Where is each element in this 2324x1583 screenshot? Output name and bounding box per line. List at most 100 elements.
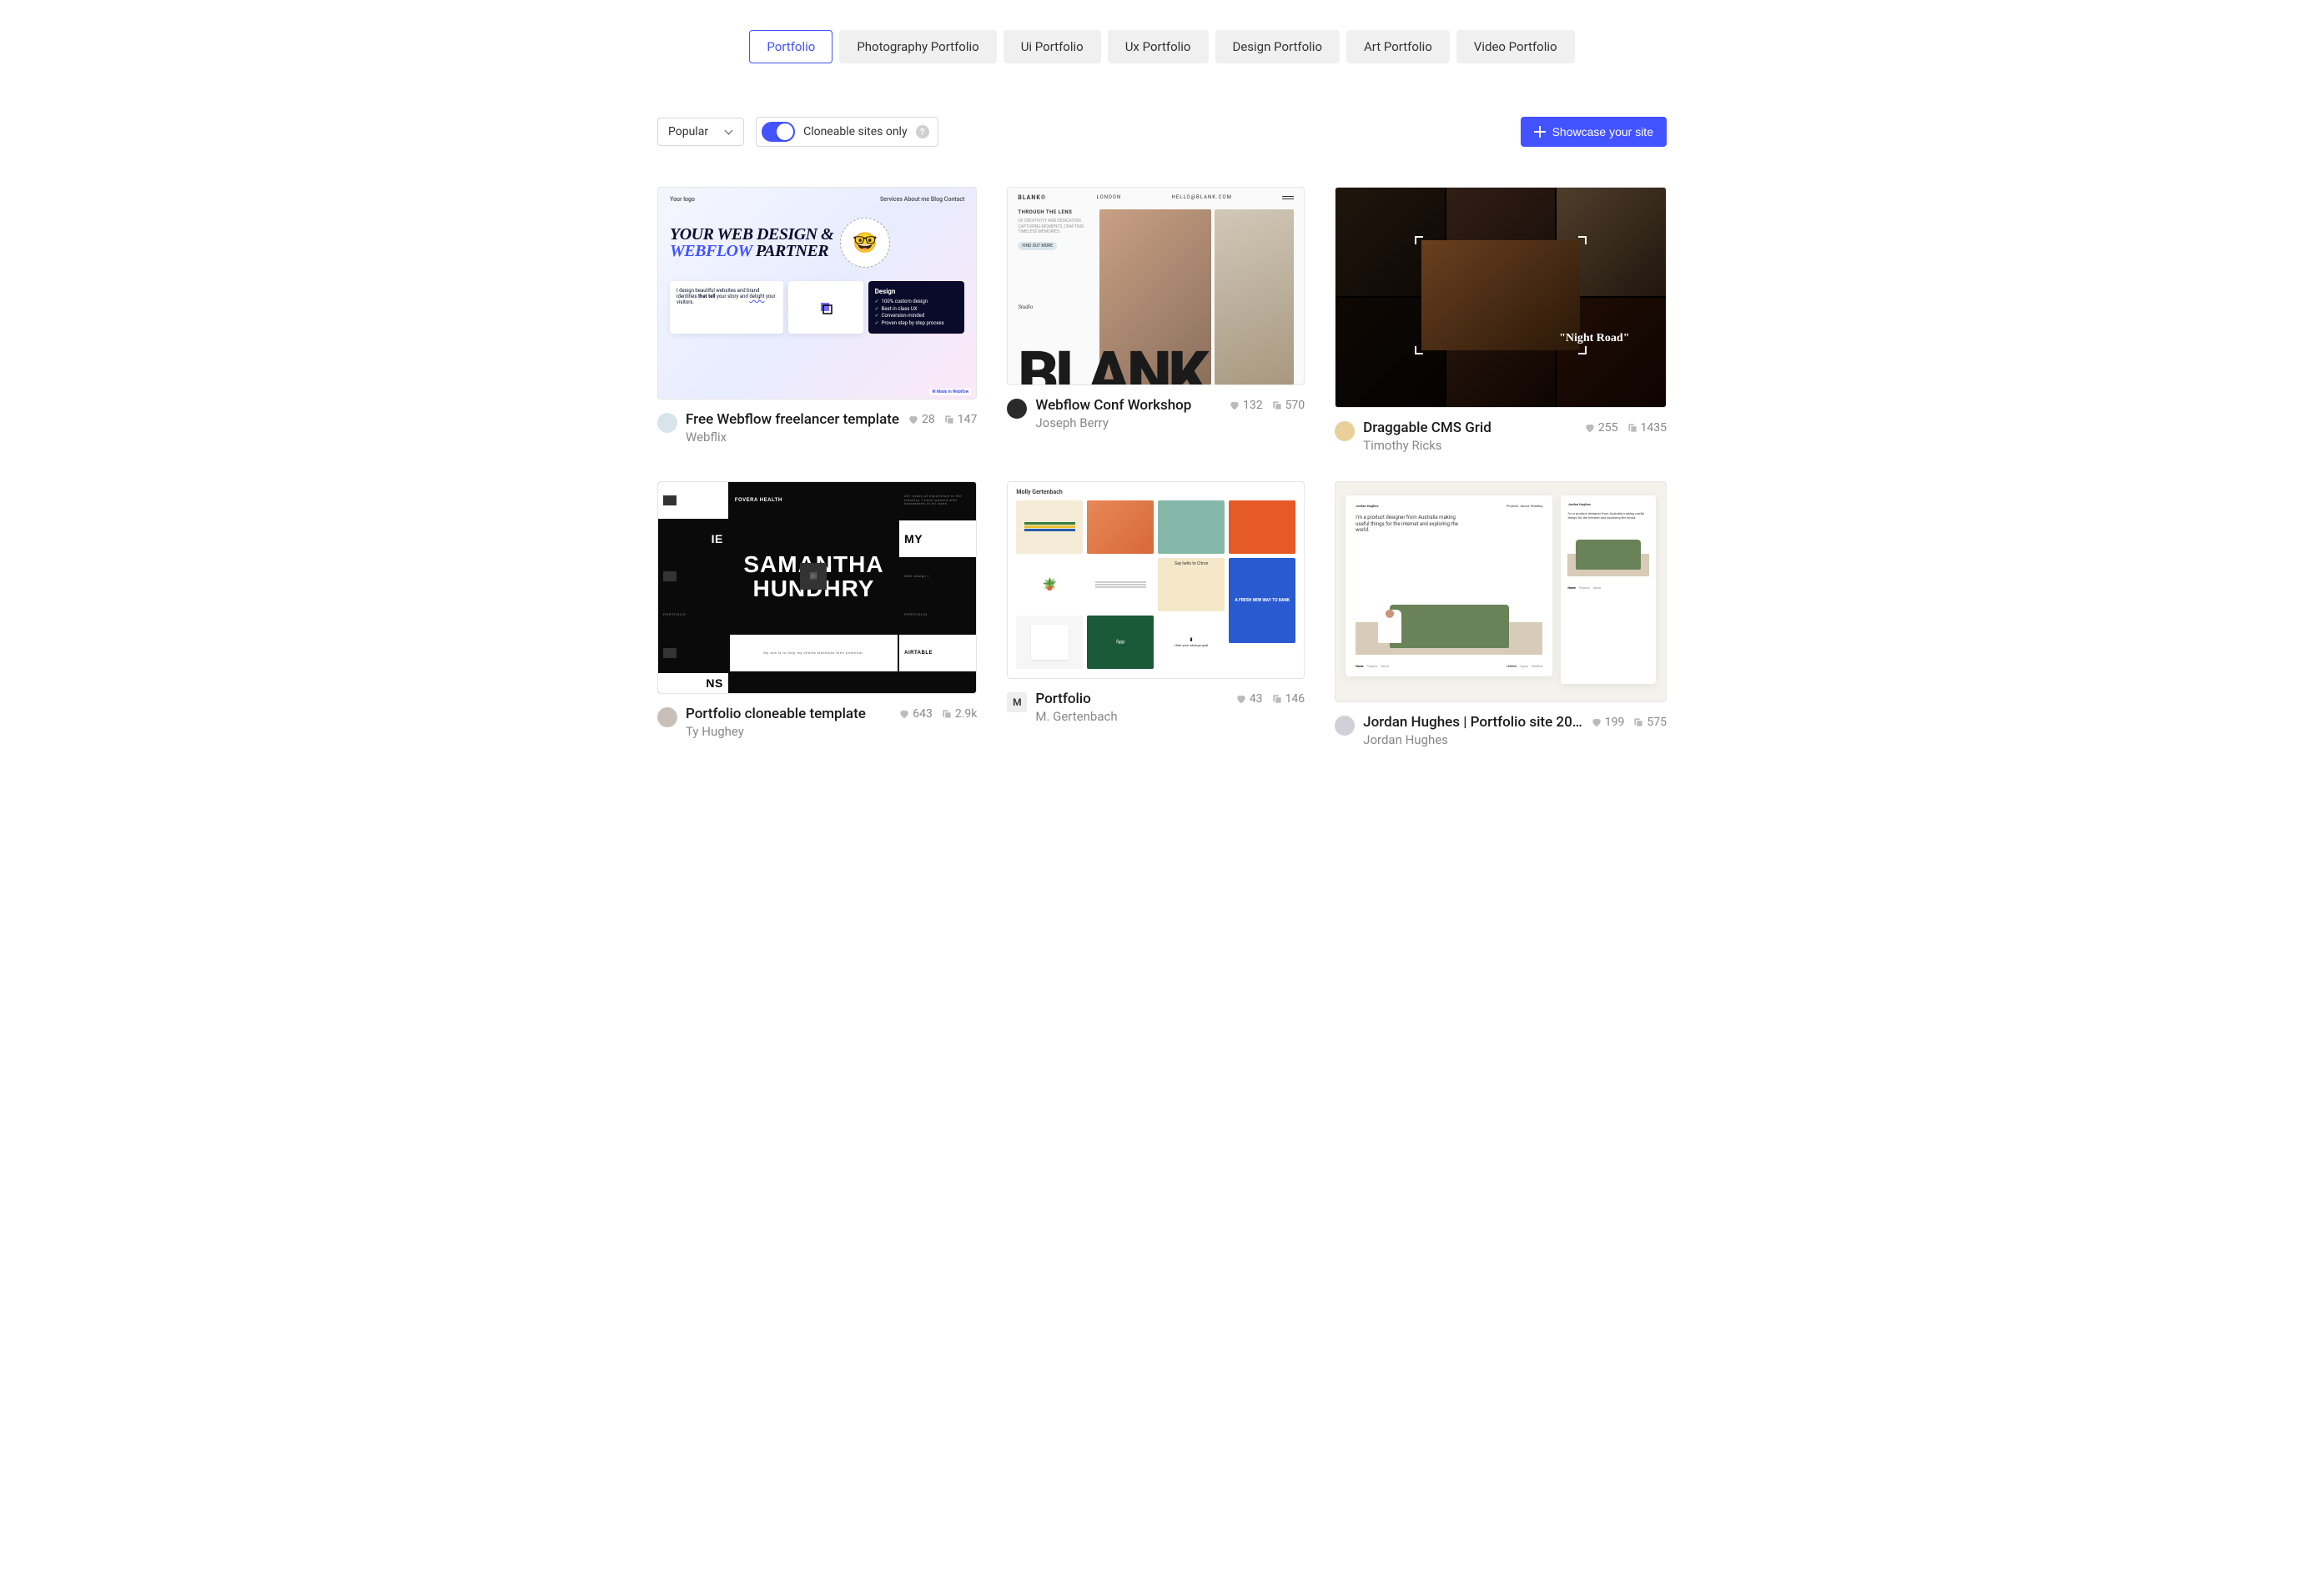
card-author[interactable]: Webflix <box>686 430 899 445</box>
thumb-brand: Jordan Hughes <box>1567 502 1649 506</box>
thumb-hero: I'm a product designer from Australia ma… <box>1567 511 1649 520</box>
card-stats: 643 2.9k <box>898 706 977 721</box>
project-tile: A FRESH NEW WAY TO BANK <box>1229 558 1295 644</box>
card-author[interactable]: M. Gertenbach <box>1035 709 1226 724</box>
thumb-nav: Your logo Services About me Blog Contact <box>670 196 964 203</box>
card-meta: Free Webflow freelancer template Webflix… <box>657 400 977 445</box>
card-title[interactable]: Webflow Conf Workshop <box>1035 397 1220 414</box>
clones-stat[interactable]: 570 <box>1271 399 1305 412</box>
clones-stat[interactable]: 2.9k <box>941 707 978 721</box>
author-avatar[interactable] <box>1335 421 1355 441</box>
likes-count: 43 <box>1250 692 1263 706</box>
project-tile <box>1229 500 1295 554</box>
clone-icon <box>1271 693 1283 705</box>
category-tabs: Portfolio Photography Portfolio Ui Portf… <box>657 30 1667 63</box>
toggle-knob <box>777 123 793 140</box>
thumb-name: Molly Gertenbach <box>1016 489 1295 495</box>
help-icon[interactable]: ? <box>916 125 929 138</box>
tile-text: A FRESH NEW WAY TO BANK <box>1235 598 1290 603</box>
grid-cell: PORTFOLIO <box>899 596 976 633</box>
author-avatar[interactable] <box>1335 716 1355 736</box>
card-thumbnail[interactable]: BLANK® LONDON HELLO@BLANK.COM THROUGH TH… <box>1007 187 1305 385</box>
heart-icon <box>1235 693 1247 705</box>
showcase-site-button[interactable]: Showcase your site <box>1521 117 1667 147</box>
thumb-headline-b: WEBFLOW <box>670 242 752 260</box>
image-placeholder-icon: ▣ <box>800 563 827 590</box>
author-avatar[interactable] <box>657 707 677 727</box>
tab-label: Ui Portfolio <box>1021 39 1084 54</box>
thumb-headline-a: YOUR WEB DESIGN & <box>670 225 833 244</box>
thumb-nav: BLANK® LONDON HELLO@BLANK.COM <box>1008 188 1304 204</box>
likes-stat[interactable]: 199 <box>1591 716 1625 729</box>
clones-stat[interactable]: 147 <box>943 413 978 426</box>
clone-icon <box>1271 400 1283 411</box>
thumb-card-dark: Design ✓100% custom design ✓Best in clas… <box>868 281 965 334</box>
clones-stat[interactable]: 575 <box>1632 716 1667 729</box>
grid-cell <box>658 635 728 671</box>
likes-stat[interactable]: 28 <box>908 413 935 426</box>
tag-text: Webflow <box>1532 665 1543 668</box>
thumb-nav: Jordan Hughes Projects About Reading <box>1356 504 1542 508</box>
card-thumbnail[interactable]: Jordan Hughes Projects About Reading I'm… <box>1335 481 1667 702</box>
card-author[interactable]: Jordan Hughes <box>1363 732 1582 747</box>
burger-icon <box>1282 194 1294 201</box>
project-tile: figgy <box>1087 616 1154 669</box>
grid-cell: MY <box>899 520 976 557</box>
tab-art-portfolio[interactable]: Art Portfolio <box>1346 30 1450 63</box>
card-title[interactable]: Draggable CMS Grid <box>1363 420 1576 436</box>
sort-dropdown[interactable]: Popular <box>657 118 744 146</box>
card-title[interactable]: Portfolio cloneable template <box>686 706 890 722</box>
card-title[interactable]: Portfolio <box>1035 691 1226 707</box>
thumb-cta: FIND OUT MORE <box>1018 242 1057 250</box>
grid-cell: 20+ years of experience in the industry.… <box>899 482 976 519</box>
heart-icon <box>1591 716 1602 728</box>
author-avatar[interactable]: M <box>1007 692 1027 712</box>
cell-text: AIRTABLE <box>904 651 933 656</box>
heart-icon <box>1229 400 1240 411</box>
card-author[interactable]: Joseph Berry <box>1035 415 1220 430</box>
tab-design-portfolio[interactable]: Design Portfolio <box>1215 30 1341 63</box>
crop-corner-icon <box>1578 346 1587 354</box>
tab-photography-portfolio[interactable]: Photography Portfolio <box>839 30 996 63</box>
photo-frame <box>1421 240 1580 349</box>
tab-ui-portfolio[interactable]: Ui Portfolio <box>1004 30 1101 63</box>
clone-icon <box>1627 422 1638 434</box>
likes-stat[interactable]: 43 <box>1235 692 1263 706</box>
clones-stat[interactable]: 1435 <box>1627 421 1667 435</box>
sort-dropdown-label: Popular <box>668 125 708 138</box>
card-thumbnail[interactable]: "Night Road" <box>1335 187 1667 408</box>
tab-video-portfolio[interactable]: Video Portfolio <box>1456 30 1575 63</box>
tile-text: Say hello to Citron <box>1175 561 1208 566</box>
layers-icon <box>816 298 836 318</box>
filters-left: Popular Cloneable sites only ? <box>657 117 938 147</box>
clones-stat[interactable]: 146 <box>1271 692 1305 706</box>
image-placeholder-icon <box>663 571 677 581</box>
likes-stat[interactable]: 255 <box>1584 421 1618 435</box>
project-tile <box>1087 558 1154 611</box>
clone-icon <box>943 414 955 425</box>
clones-count: 146 <box>1285 692 1305 706</box>
author-avatar[interactable] <box>657 413 677 433</box>
card-title[interactable]: Free Webflow freelancer template <box>686 411 899 428</box>
thumb-sub: OF CREATIVITY AND DEDICATION. CAPTURING … <box>1018 219 1093 235</box>
card-thumbnail[interactable]: Molly Gertenbach 🪴 Say hello to Citron A… <box>1007 481 1305 680</box>
likes-stat[interactable]: 132 <box>1229 399 1263 412</box>
card-title[interactable]: Jordan Hughes | Portfolio site 20… <box>1363 714 1582 731</box>
thumb-studio: Studio <box>1018 304 1093 310</box>
card-stats: 199 575 <box>1591 714 1667 729</box>
author-avatar[interactable] <box>1007 399 1027 419</box>
tab-label: Photography Portfolio <box>857 39 978 54</box>
card-meta: M Portfolio M. Gertenbach 43 146 <box>1007 679 1305 724</box>
grid-cell: FOVERA HEALTH <box>730 482 898 519</box>
card-author[interactable]: Timothy Ricks <box>1363 438 1576 453</box>
bullet: 100% custom design <box>882 299 928 304</box>
project-tile <box>1087 500 1154 554</box>
likes-stat[interactable]: 643 <box>898 707 933 721</box>
card-thumbnail[interactable]: FOVERA HEALTH 20+ years of experience in… <box>657 481 977 694</box>
tab-portfolio[interactable]: Portfolio <box>749 30 833 63</box>
tab-ux-portfolio[interactable]: Ux Portfolio <box>1108 30 1209 63</box>
cloneable-toggle[interactable] <box>762 122 795 142</box>
card-author[interactable]: Ty Hughey <box>686 724 890 739</box>
card-thumbnail[interactable]: Your logo Services About me Blog Contact… <box>657 187 977 400</box>
bullet: Proven step by step process <box>882 320 944 326</box>
